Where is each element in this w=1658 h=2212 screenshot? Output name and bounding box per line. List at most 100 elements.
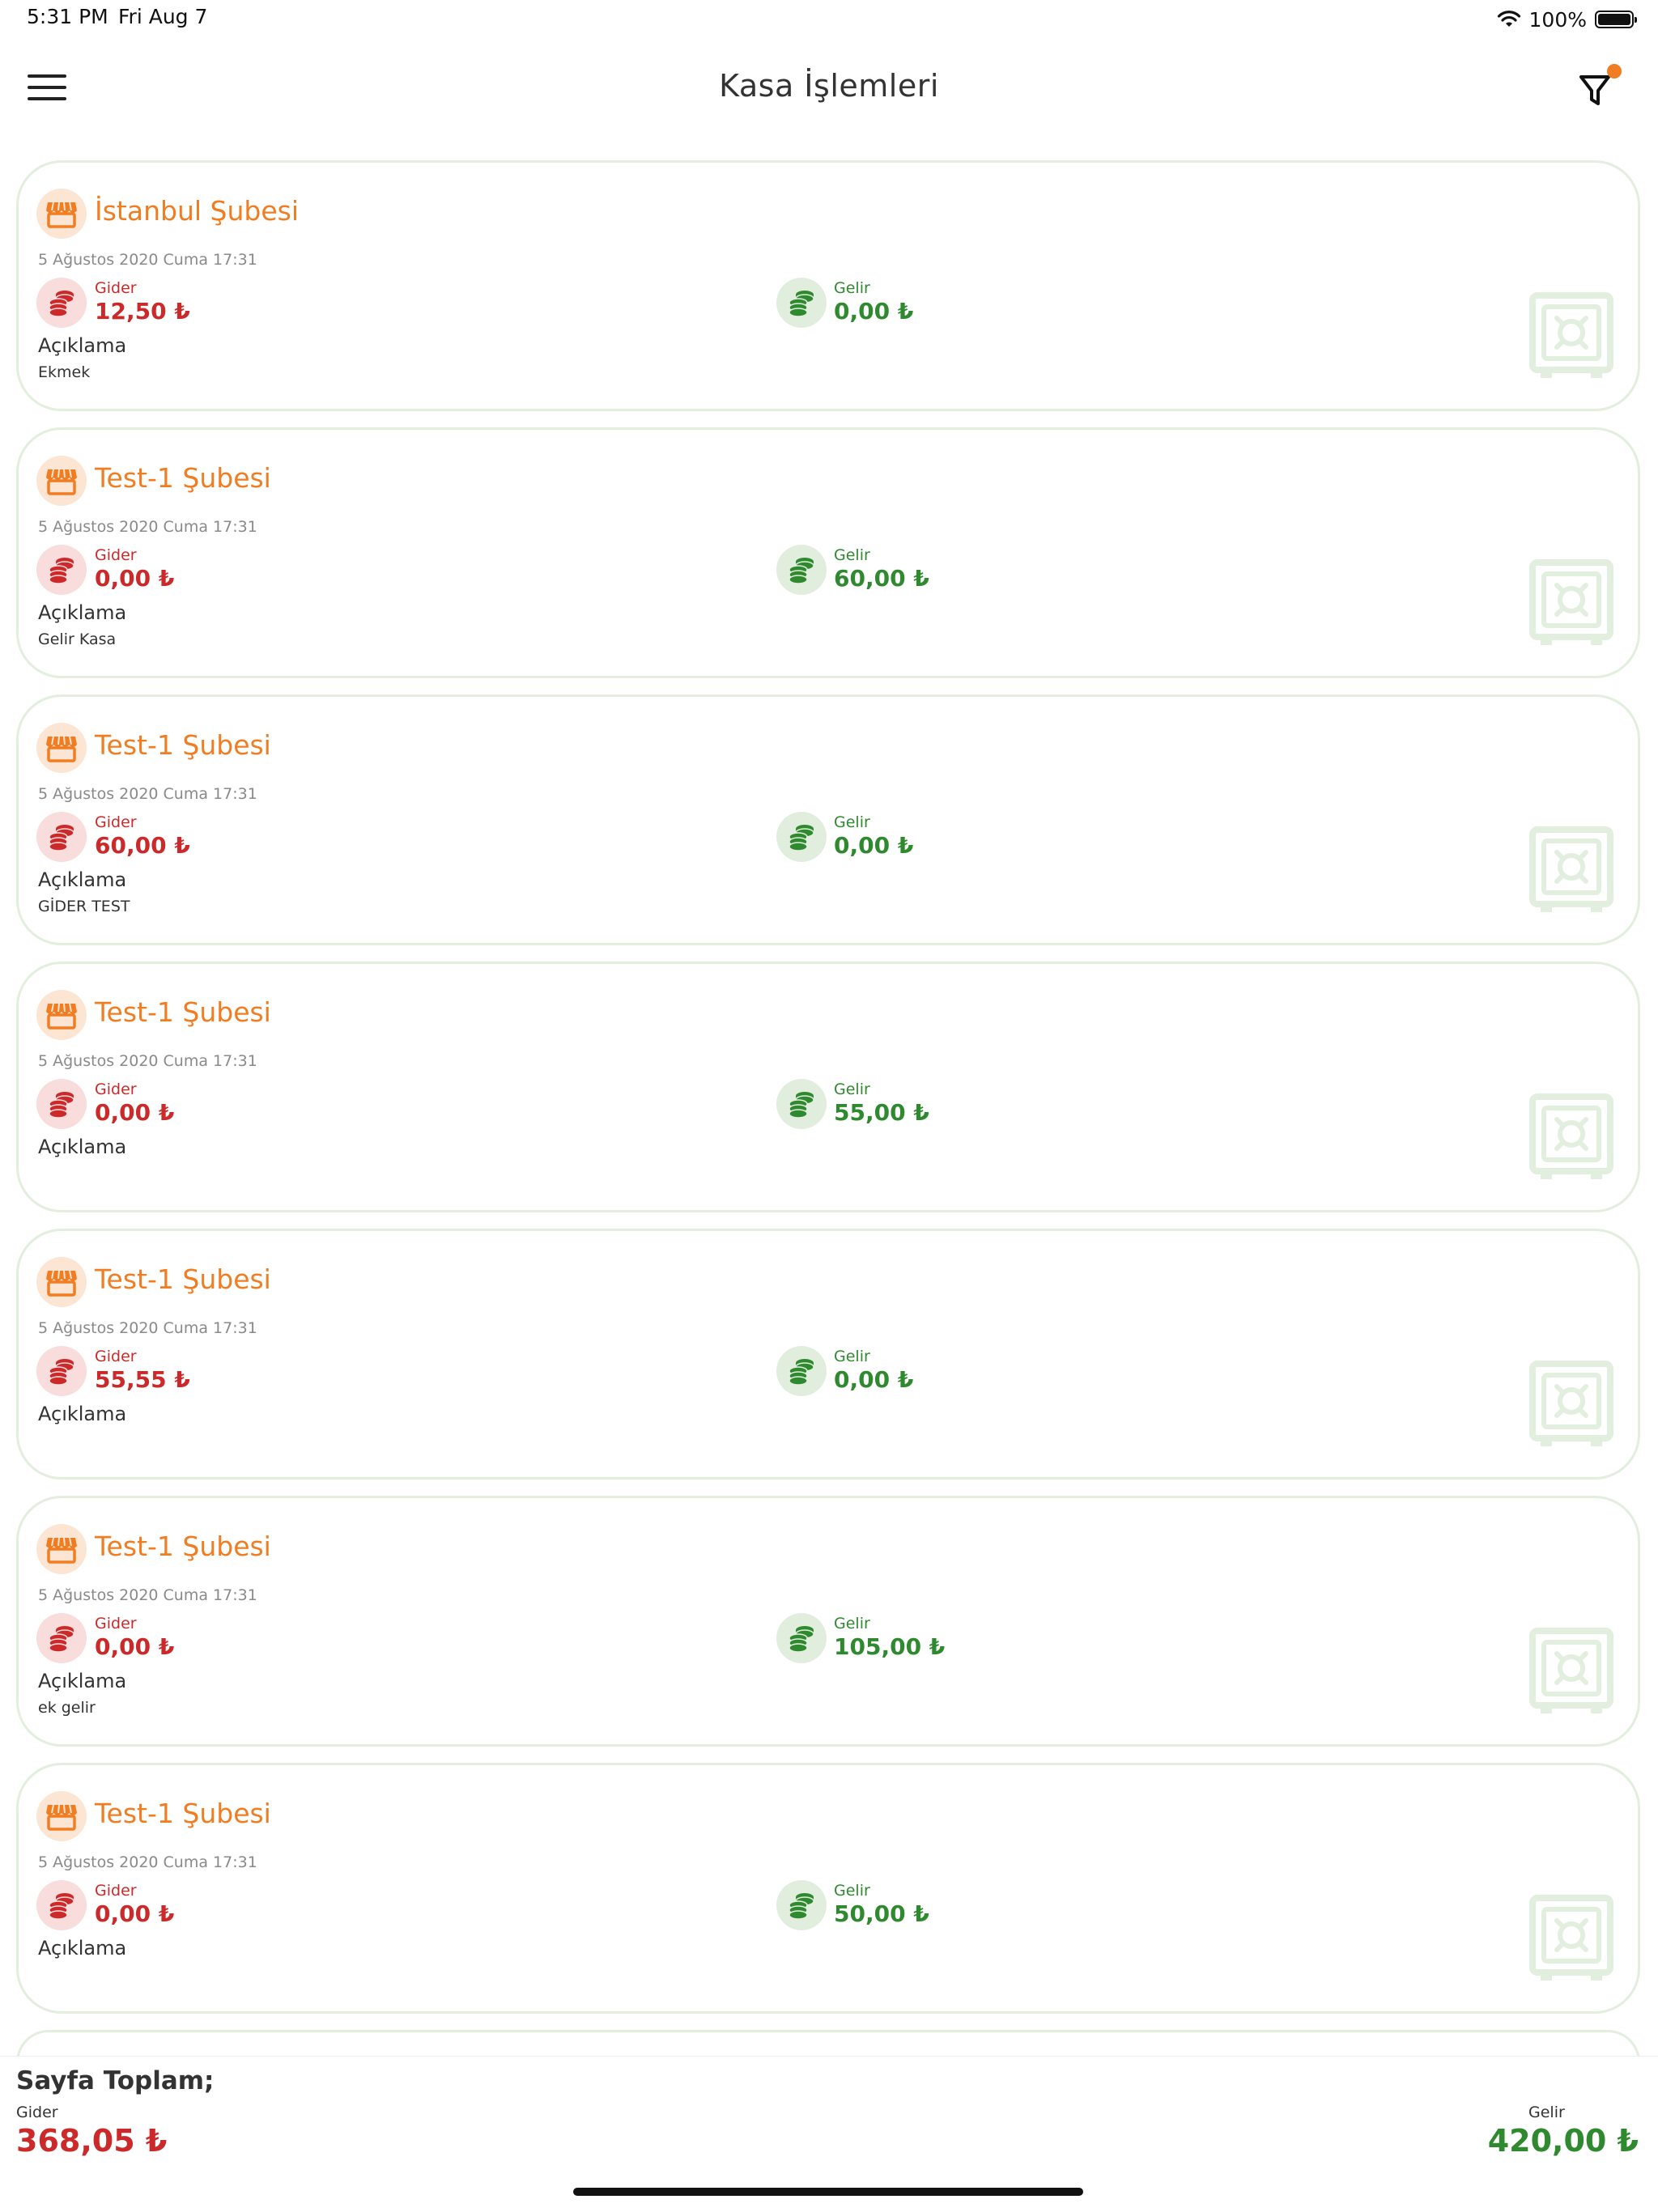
transaction-card[interactable]: Test-1 Şubesi 5 Ağustos 2020 Cuma 17:31 … (16, 962, 1640, 1212)
transaction-date: 5 Ağustos 2020 Cuma 17:31 (38, 518, 257, 536)
home-indicator[interactable] (573, 2188, 1083, 2196)
description-label: Açıklama (38, 868, 127, 891)
expense-label: Gider (95, 546, 137, 564)
filter-active-dot (1607, 64, 1622, 79)
description-label: Açıklama (38, 1403, 127, 1425)
income-label: Gelir (834, 1882, 870, 1900)
expense-coins-icon (36, 1079, 87, 1129)
storefront-icon (36, 990, 87, 1040)
branch-name: İstanbul Şubesi (95, 195, 299, 227)
branch-name: Test-1 Şubesi (95, 729, 271, 761)
transaction-date: 5 Ağustos 2020 Cuma 17:31 (38, 785, 257, 803)
income-coins-icon (776, 1880, 827, 1930)
description-label: Açıklama (38, 1670, 127, 1692)
description-value: ek gelir (38, 1699, 96, 1717)
branch-name: Test-1 Şubesi (95, 1531, 271, 1562)
description-label: Açıklama (38, 334, 127, 357)
total-income-label: Gelir (1528, 2104, 1565, 2121)
income-label: Gelir (834, 813, 870, 831)
expense-coins-icon (36, 1346, 87, 1396)
storefront-icon (36, 1257, 87, 1307)
expense-label: Gider (95, 279, 137, 297)
branch-name: Test-1 Şubesi (95, 1263, 271, 1295)
transaction-date: 5 Ağustos 2020 Cuma 17:31 (38, 1319, 257, 1337)
income-label: Gelir (834, 1615, 870, 1632)
income-coins-icon (776, 1613, 827, 1663)
transaction-card[interactable]: Test-1 Şubesi 5 Ağustos 2020 Cuma 17:31 … (16, 1229, 1640, 1480)
transaction-card[interactable]: Test-1 Şubesi 5 Ağustos 2020 Cuma 17:31 … (16, 1496, 1640, 1747)
expense-label: Gider (95, 813, 137, 831)
expense-coins-icon (36, 1613, 87, 1663)
income-coins-icon (776, 545, 827, 595)
description-value: Ekmek (38, 363, 91, 381)
safe-icon (1529, 1895, 1613, 1981)
income-label: Gelir (834, 279, 870, 297)
income-coins-icon (776, 1079, 827, 1129)
transaction-date: 5 Ağustos 2020 Cuma 17:31 (38, 251, 257, 269)
status-date: Fri Aug 7 (118, 5, 208, 28)
income-value: 55,00 ₺ (834, 1099, 929, 1126)
transaction-card[interactable]: Test-1 Şubesi 5 Ağustos 2020 Cuma 17:31 … (16, 427, 1640, 678)
expense-value: 0,00 ₺ (95, 1633, 175, 1660)
expense-coins-icon (36, 812, 87, 862)
expense-value: 0,00 ₺ (95, 1900, 175, 1927)
description-label: Açıklama (38, 1937, 127, 1959)
income-value: 0,00 ₺ (834, 832, 914, 859)
income-value: 60,00 ₺ (834, 565, 929, 592)
status-right: 100% (1497, 5, 1637, 34)
income-coins-icon (776, 278, 827, 328)
income-coins-icon (776, 812, 827, 862)
safe-icon (1529, 1628, 1613, 1713)
income-value: 105,00 ₺ (834, 1633, 946, 1660)
expense-value: 55,55 ₺ (95, 1366, 190, 1393)
safe-icon (1529, 559, 1613, 645)
status-time: 5:31 PM (27, 5, 108, 28)
expense-label: Gider (95, 1882, 137, 1900)
expense-label: Gider (95, 1081, 137, 1098)
income-value: 0,00 ₺ (834, 298, 914, 325)
income-label: Gelir (834, 546, 870, 564)
transaction-date: 5 Ağustos 2020 Cuma 17:31 (38, 1853, 257, 1871)
total-income-value: 420,00 ₺ (1487, 2123, 1639, 2159)
income-value: 0,00 ₺ (834, 1366, 914, 1393)
filter-icon[interactable] (1577, 63, 1626, 112)
transaction-card[interactable]: İstanbul Şubesi 5 Ağustos 2020 Cuma 17:3… (16, 160, 1640, 411)
transaction-card[interactable]: Test-1 Şubesi 5 Ağustos 2020 Cuma 17:31 … (16, 694, 1640, 945)
expense-coins-icon (36, 1880, 87, 1930)
branch-name: Test-1 Şubesi (95, 1798, 271, 1829)
description-value: GİDER TEST (38, 898, 130, 915)
safe-icon (1529, 1093, 1613, 1179)
storefront-icon (36, 723, 87, 773)
storefront-icon (36, 1791, 87, 1841)
expense-label: Gider (95, 1615, 137, 1632)
status-bar: 5:31 PM Fri Aug 7 100% (0, 0, 1658, 39)
safe-icon (1529, 1361, 1613, 1446)
income-label: Gelir (834, 1081, 870, 1098)
battery-icon (1595, 11, 1637, 28)
description-label: Açıklama (38, 1136, 127, 1158)
expense-label: Gider (95, 1348, 137, 1365)
transaction-card[interactable]: Test-1 Şubesi 5 Ağustos 2020 Cuma 17:31 … (16, 1763, 1640, 2014)
expense-coins-icon (36, 545, 87, 595)
safe-icon (1529, 826, 1613, 912)
branch-name: Test-1 Şubesi (95, 996, 271, 1028)
transaction-list[interactable]: İstanbul Şubesi 5 Ağustos 2020 Cuma 17:3… (16, 160, 1640, 2062)
expense-coins-icon (36, 278, 87, 328)
income-value: 50,00 ₺ (834, 1900, 929, 1927)
total-expense-value: 368,05 ₺ (16, 2123, 168, 2159)
expense-value: 0,00 ₺ (95, 1099, 175, 1126)
expense-value: 12,50 ₺ (95, 298, 190, 325)
wifi-icon (1497, 11, 1520, 27)
description-label: Açıklama (38, 601, 127, 624)
description-value: Gelir Kasa (38, 630, 117, 648)
expense-value: 0,00 ₺ (95, 565, 175, 592)
safe-icon (1529, 292, 1613, 378)
page-total-title: Sayfa Toplam; (16, 2066, 215, 2095)
page-total-footer: Sayfa Toplam; Gider 368,05 ₺ Gelir 420,0… (0, 2056, 1658, 2212)
storefront-icon (36, 456, 87, 506)
transaction-date: 5 Ağustos 2020 Cuma 17:31 (38, 1052, 257, 1070)
income-coins-icon (776, 1346, 827, 1396)
battery-percent: 100% (1528, 7, 1587, 32)
nav-bar: Kasa İşlemleri (0, 39, 1658, 136)
branch-name: Test-1 Şubesi (95, 462, 271, 494)
